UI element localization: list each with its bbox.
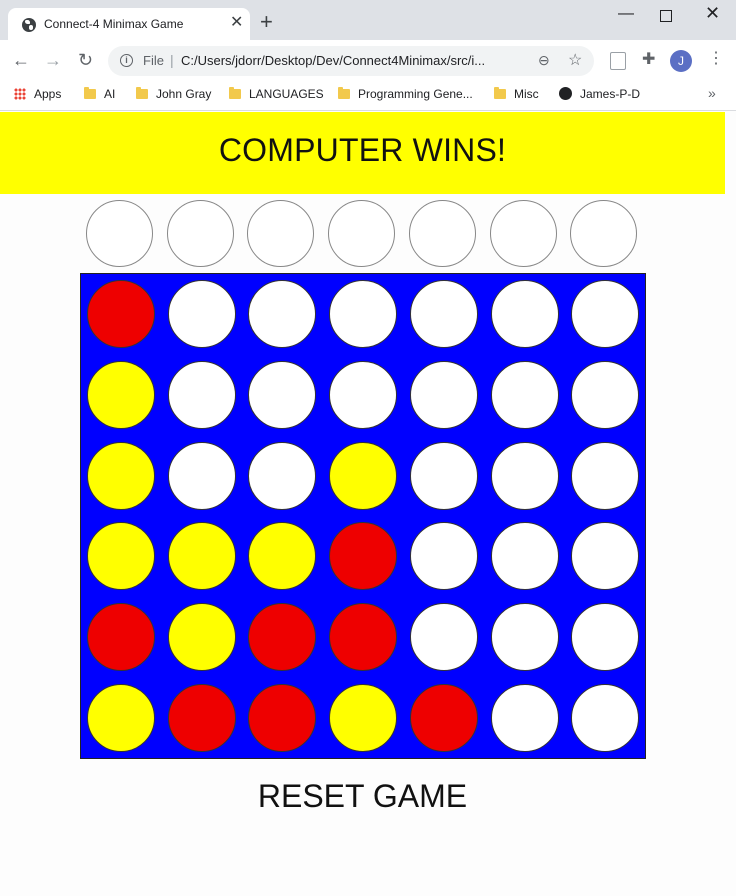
zoom-icon[interactable]: ⊖ (538, 52, 550, 69)
empty-cell[interactable] (571, 522, 640, 591)
red-disc[interactable] (409, 684, 478, 752)
url-separator: | (170, 52, 174, 68)
extensions-puzzle-icon[interactable]: ✚ (642, 49, 655, 69)
maximize-button[interactable] (660, 10, 672, 22)
new-tab-button[interactable]: + (260, 11, 273, 33)
drop-slot-col-6[interactable] (489, 200, 557, 267)
column-drop-row (86, 200, 646, 270)
red-disc[interactable] (87, 280, 155, 348)
empty-cell[interactable] (490, 603, 559, 672)
folder-icon (494, 87, 506, 99)
empty-cell[interactable] (490, 684, 559, 752)
close-window-button[interactable]: ✕ (705, 4, 720, 22)
empty-cell[interactable] (409, 522, 478, 591)
drop-slot-col-4[interactable] (328, 200, 396, 267)
folder-icon (229, 87, 241, 99)
bookmarks-overflow-icon[interactable]: » (708, 85, 716, 101)
empty-cell[interactable] (329, 280, 398, 348)
empty-cell[interactable] (490, 522, 559, 591)
empty-cell[interactable] (571, 280, 640, 348)
empty-cell[interactable] (248, 280, 317, 348)
address-bar[interactable]: i File | C:/Users/jdorr/Desktop/Dev/Conn… (108, 46, 594, 76)
empty-cell[interactable] (409, 441, 478, 510)
reset-game-button[interactable]: RESET GAME (0, 778, 725, 815)
empty-cell[interactable] (490, 360, 559, 429)
empty-cell[interactable] (248, 360, 317, 429)
yellow-disc[interactable] (87, 684, 155, 752)
red-disc[interactable] (329, 522, 398, 591)
minimize-button[interactable]: — (618, 6, 634, 22)
info-icon[interactable]: i (120, 54, 133, 67)
bookmark-john-gray[interactable]: John Gray (136, 87, 211, 101)
empty-cell[interactable] (409, 280, 478, 348)
empty-cell[interactable] (490, 280, 559, 348)
profile-avatar[interactable]: J (670, 50, 692, 72)
red-disc[interactable] (87, 603, 155, 672)
red-disc[interactable] (248, 603, 317, 672)
github-icon (559, 87, 572, 100)
red-disc[interactable] (248, 684, 317, 752)
bookmark-programming[interactable]: Programming Gene... (338, 87, 473, 101)
tab-title: Connect-4 Minimax Game (44, 17, 184, 31)
menu-dots-icon[interactable]: ⋮ (708, 48, 724, 68)
bookmark-james-p-d[interactable]: James-P-D (559, 87, 640, 101)
empty-cell[interactable] (409, 360, 478, 429)
browser-toolbar: ← → ↻ i File | C:/Users/jdorr/Desktop/De… (0, 40, 736, 82)
empty-cell[interactable] (571, 360, 640, 429)
browser-titlebar: Connect-4 Minimax Game ✕ + — ✕ (0, 0, 736, 40)
yellow-disc[interactable] (329, 441, 398, 510)
yellow-disc[interactable] (87, 522, 155, 591)
bookmark-apps[interactable]: Apps (14, 87, 61, 101)
yellow-disc[interactable] (167, 603, 236, 672)
globe-icon (22, 18, 36, 32)
drop-slot-col-1[interactable] (86, 200, 153, 267)
red-disc[interactable] (329, 603, 398, 672)
empty-cell[interactable] (571, 684, 640, 752)
empty-cell[interactable] (167, 360, 236, 429)
yellow-disc[interactable] (87, 441, 155, 510)
drop-slot-col-3[interactable] (247, 200, 315, 267)
empty-cell[interactable] (490, 441, 559, 510)
extension-page-icon[interactable] (610, 52, 626, 70)
empty-cell[interactable] (248, 441, 317, 510)
bookmark-misc[interactable]: Misc (494, 87, 539, 101)
yellow-disc[interactable] (167, 522, 236, 591)
bookmark-ai[interactable]: AI (84, 87, 115, 101)
folder-icon (136, 87, 148, 99)
empty-cell[interactable] (571, 441, 640, 510)
empty-cell[interactable] (409, 603, 478, 672)
red-disc[interactable] (167, 684, 236, 752)
game-board (80, 273, 646, 759)
browser-tab[interactable]: Connect-4 Minimax Game ✕ (8, 8, 250, 40)
url-text[interactable]: C:/Users/jdorr/Desktop/Dev/Connect4Minim… (181, 53, 485, 68)
yellow-disc[interactable] (329, 684, 398, 752)
drop-slot-col-2[interactable] (166, 200, 234, 267)
reload-icon[interactable]: ↻ (78, 50, 93, 70)
apps-grid-icon (14, 88, 26, 100)
yellow-disc[interactable] (87, 360, 155, 429)
empty-cell[interactable] (329, 360, 398, 429)
drop-slot-col-5[interactable] (408, 200, 476, 267)
game-status: COMPUTER WINS! (218, 132, 507, 168)
drop-slot-col-7[interactable] (570, 200, 638, 267)
bookmark-star-icon[interactable]: ☆ (568, 50, 582, 70)
back-arrow-icon[interactable]: ← (12, 50, 30, 70)
bookmarks-bar: Apps AI John Gray LANGUAGES Programming … (0, 82, 736, 111)
url-scheme-label: File (143, 53, 164, 68)
empty-cell[interactable] (167, 280, 236, 348)
yellow-disc[interactable] (248, 522, 317, 591)
forward-arrow-icon[interactable]: → (44, 50, 62, 70)
empty-cell[interactable] (167, 441, 236, 510)
empty-cell[interactable] (571, 603, 640, 672)
folder-icon (338, 87, 350, 99)
folder-icon (84, 87, 96, 99)
status-banner: COMPUTER WINS! (0, 112, 725, 194)
tab-close-icon[interactable]: ✕ (230, 15, 243, 31)
bookmark-languages[interactable]: LANGUAGES (229, 87, 324, 101)
